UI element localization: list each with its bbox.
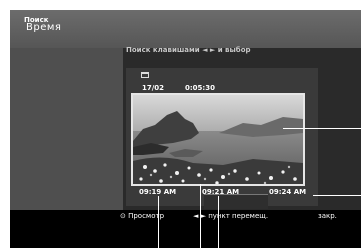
callout-line	[313, 195, 361, 196]
footer-move-hint: ◄ ► пункт перемещ.	[193, 212, 269, 220]
sidebar-item-search[interactable]: Поиск	[24, 16, 48, 24]
thumbnail-time-previous: 09:19 AM	[139, 188, 177, 196]
callout-line	[200, 184, 201, 248]
screenshot: Время Поиск Поиск клавишами ◄ ► и выбор …	[0, 0, 361, 248]
callout-line	[158, 196, 159, 248]
current-thumbnail-slot[interactable]	[204, 194, 268, 209]
navigation-hint: Поиск клавишами ◄ ► и выбор	[126, 46, 251, 54]
footer-close-hint: закр.	[318, 212, 337, 220]
thumbnail-time-next: 09:24 AM	[269, 188, 307, 196]
callout-line	[283, 128, 361, 129]
video-preview[interactable]	[131, 93, 305, 186]
footer-bar	[10, 210, 361, 248]
landscape-preview-image	[133, 95, 303, 184]
recording-time: 0:05:30	[185, 84, 215, 92]
thumbnail-time-current: 09:21 AM	[202, 188, 240, 196]
recording-icon	[141, 72, 149, 78]
title-bar	[10, 10, 361, 48]
recording-date: 17/02	[142, 84, 165, 92]
sidebar	[10, 48, 123, 210]
callout-line	[218, 196, 219, 248]
